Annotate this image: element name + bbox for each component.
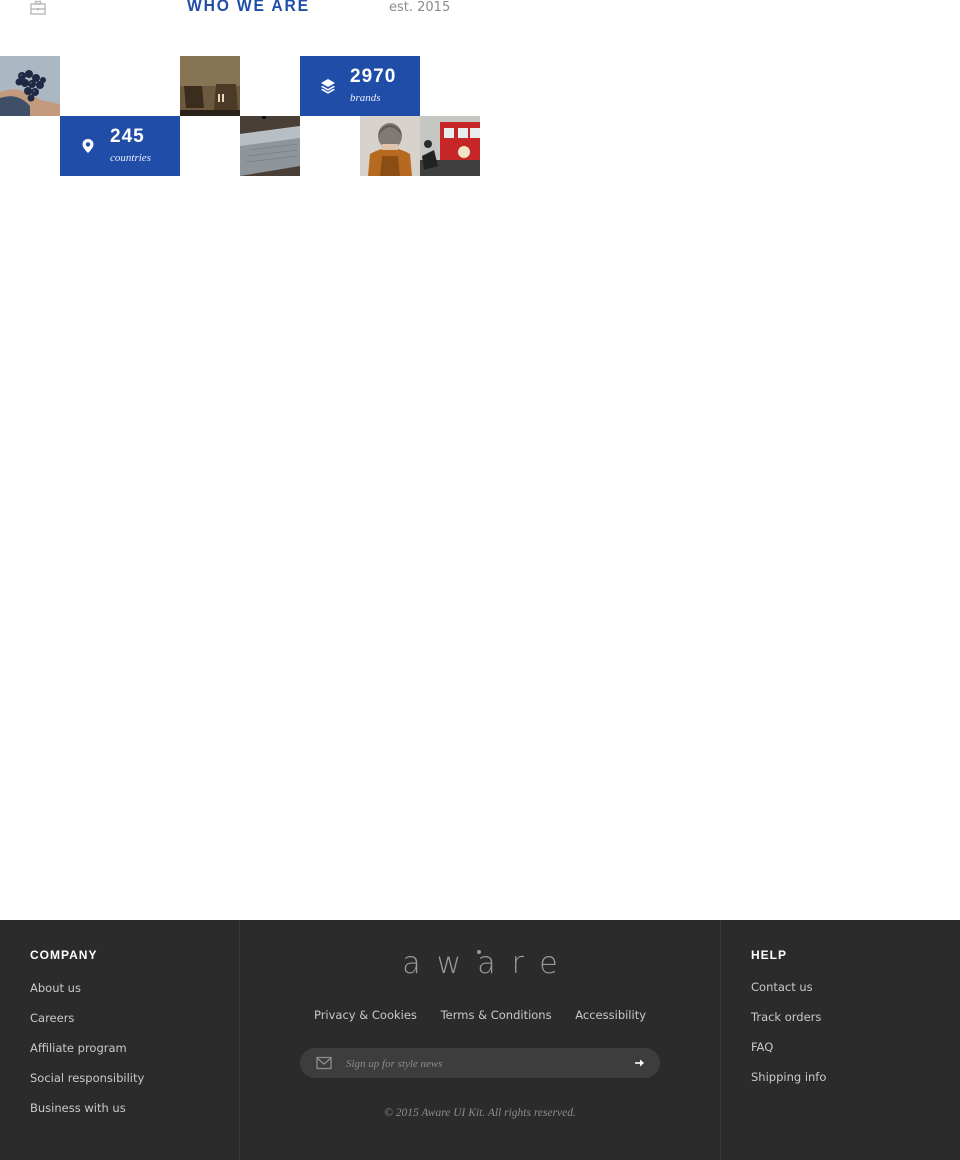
footer-link-social-responsibility[interactable]: Social responsibility — [30, 1071, 144, 1085]
link-terms-conditions[interactable]: Terms & Conditions — [441, 1008, 552, 1022]
footer-link-contact-us[interactable]: Contact us — [751, 980, 813, 994]
stat-countries-label: countries — [110, 152, 151, 164]
hooded-person-photo — [360, 116, 420, 176]
stat-countries: 245 countries — [60, 116, 180, 176]
copyright-text: © 2015 Aware UI Kit. All rights reserved… — [384, 1107, 576, 1119]
stat-brands-value: 2970 — [350, 66, 397, 87]
link-accessibility[interactable]: Accessibility — [575, 1008, 646, 1022]
grapes-photo — [0, 56, 60, 116]
stat-brands-label: brands — [350, 92, 381, 104]
company-heading: COMPANY — [30, 948, 98, 962]
stat-countries-value: 245 — [110, 126, 145, 147]
red-tram-photo — [420, 116, 480, 176]
footer-link-affiliate-program[interactable]: Affiliate program — [30, 1041, 127, 1055]
footer-link-shipping-info[interactable]: Shipping info — [751, 1070, 826, 1084]
newsletter-email-input[interactable] — [344, 1053, 618, 1075]
map-pin-icon — [82, 139, 94, 153]
arrow-right-icon[interactable] — [634, 1057, 646, 1069]
footer-company-column: COMPANY About us Careers Affiliate progr… — [0, 920, 240, 1160]
footer-help-column: HELP Contact us Track orders FAQ Shippin… — [720, 920, 960, 1160]
footer-link-faq[interactable]: FAQ — [751, 1040, 773, 1054]
footer: COMPANY About us Careers Affiliate progr… — [0, 920, 960, 1160]
footer-link-about-us[interactable]: About us — [30, 981, 81, 995]
help-links: Contact us Track orders FAQ Shipping inf… — [751, 977, 826, 1097]
laptop-photo — [240, 116, 300, 176]
footer-link-track-orders[interactable]: Track orders — [751, 1010, 821, 1024]
help-heading: HELP — [751, 948, 788, 962]
boots-photo — [180, 56, 240, 116]
briefcase-icon — [30, 0, 46, 15]
section-title: WHO WE ARE — [187, 0, 310, 15]
logo-accent-dot — [477, 950, 481, 954]
established-year: est. 2015 — [389, 0, 451, 15]
policy-links: Privacy & Cookies Terms & Conditions Acc… — [240, 1008, 720, 1022]
footer-link-business-with-us[interactable]: Business with us — [30, 1101, 126, 1115]
footer-link-careers[interactable]: Careers — [30, 1011, 74, 1025]
newsletter-signup — [300, 1048, 660, 1078]
layers-icon — [321, 79, 335, 94]
link-privacy-cookies[interactable]: Privacy & Cookies — [314, 1008, 417, 1022]
mail-icon — [316, 1056, 332, 1070]
footer-center-column: aware Privacy & Cookies Terms & Conditio… — [240, 920, 720, 1160]
stat-brands: 2970 brands — [300, 56, 420, 116]
company-links: About us Careers Affiliate program Socia… — [30, 978, 144, 1128]
